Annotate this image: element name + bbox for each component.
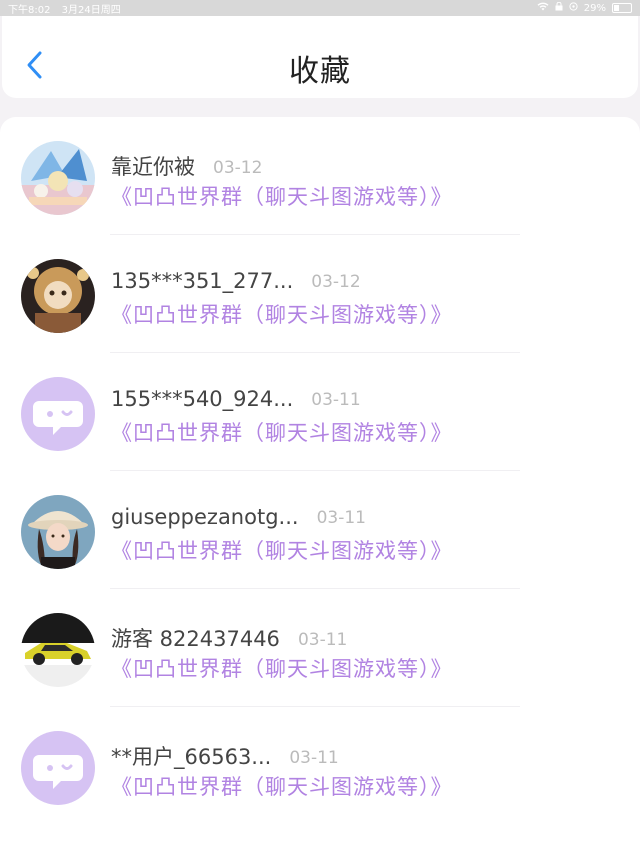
list-item[interactable]: giuseppezanotg... 03-11 《凹凸世界群（聊天斗图游戏等）》 [0,471,640,589]
item-title: 靠近你被 03-12 [111,151,262,181]
battery-icon [612,3,632,13]
page-title: 收藏 [289,54,351,89]
item-name: 135***351_277... [111,269,294,293]
nav-header: 收藏 [2,16,638,98]
list-item[interactable]: 155***540_924... 03-11 《凹凸世界群（聊天斗图游戏等）》 [0,353,640,471]
item-date: 03-11 [297,630,348,650]
item-title: 155***540_924... 03-11 [111,387,361,411]
item-group-link[interactable]: 《凹凸世界群（聊天斗图游戏等）》 [111,181,453,211]
status-date: 3月24日周四 [61,4,121,16]
item-group-link[interactable]: 《凹凸世界群（聊天斗图游戏等）》 [111,417,453,447]
item-date: 03-12 [311,272,361,292]
item-title: 135***351_277... 03-12 [111,269,361,293]
item-name: **用户_66563... [111,745,272,769]
yellow-car-avatar[interactable] [21,613,95,687]
girl-hat-avatar[interactable] [21,495,95,569]
item-group-link[interactable]: 《凹凸世界群（聊天斗图游戏等）》 [111,535,453,565]
item-name: 靠近你被 [111,155,195,179]
default-chat-avatar[interactable] [21,731,95,805]
rotation-lock-icon [569,2,578,14]
status-time: 下午8:02 [8,4,51,16]
item-title: giuseppezanotg... 03-11 [111,505,366,529]
favorites-list: 靠近你被 03-12 《凹凸世界群（聊天斗图游戏等）》 135***351_277… [0,117,640,853]
list-item[interactable]: **用户_66563... 03-11 《凹凸世界群（聊天斗图游戏等）》 [0,707,640,825]
item-title: **用户_66563... 03-11 [111,741,339,771]
item-date: 03-11 [289,748,339,768]
item-date: 03-11 [311,390,361,410]
item-group-link[interactable]: 《凹凸世界群（聊天斗图游戏等）》 [111,771,453,801]
battery-percent: 29% [583,2,606,14]
lock-icon [555,1,563,14]
default-chat-avatar[interactable] [21,377,95,451]
item-date: 03-12 [213,158,263,178]
item-group-link[interactable]: 《凹凸世界群（聊天斗图游戏等）》 [111,653,453,683]
wifi-icon [537,2,549,14]
item-name: 155***540_924... [111,387,294,411]
item-title: 游客 822437446 03-11 [111,623,347,653]
status-bar: 下午8:02 3月24日周四 29% [0,0,640,16]
item-date: 03-11 [316,508,366,528]
item-group-link[interactable]: 《凹凸世界群（聊天斗图游戏等）》 [111,299,453,329]
anime-character-avatar[interactable] [21,259,95,333]
list-item[interactable]: 游客 822437446 03-11 《凹凸世界群（聊天斗图游戏等）》 [0,589,640,707]
item-name: giuseppezanotg... [111,505,299,529]
item-name: 游客 822437446 [111,627,280,651]
anime-pet-avatar[interactable] [21,141,95,215]
list-item[interactable]: 靠近你被 03-12 《凹凸世界群（聊天斗图游戏等）》 [0,117,640,235]
list-item[interactable]: 135***351_277... 03-12 《凹凸世界群（聊天斗图游戏等）》 [0,235,640,353]
